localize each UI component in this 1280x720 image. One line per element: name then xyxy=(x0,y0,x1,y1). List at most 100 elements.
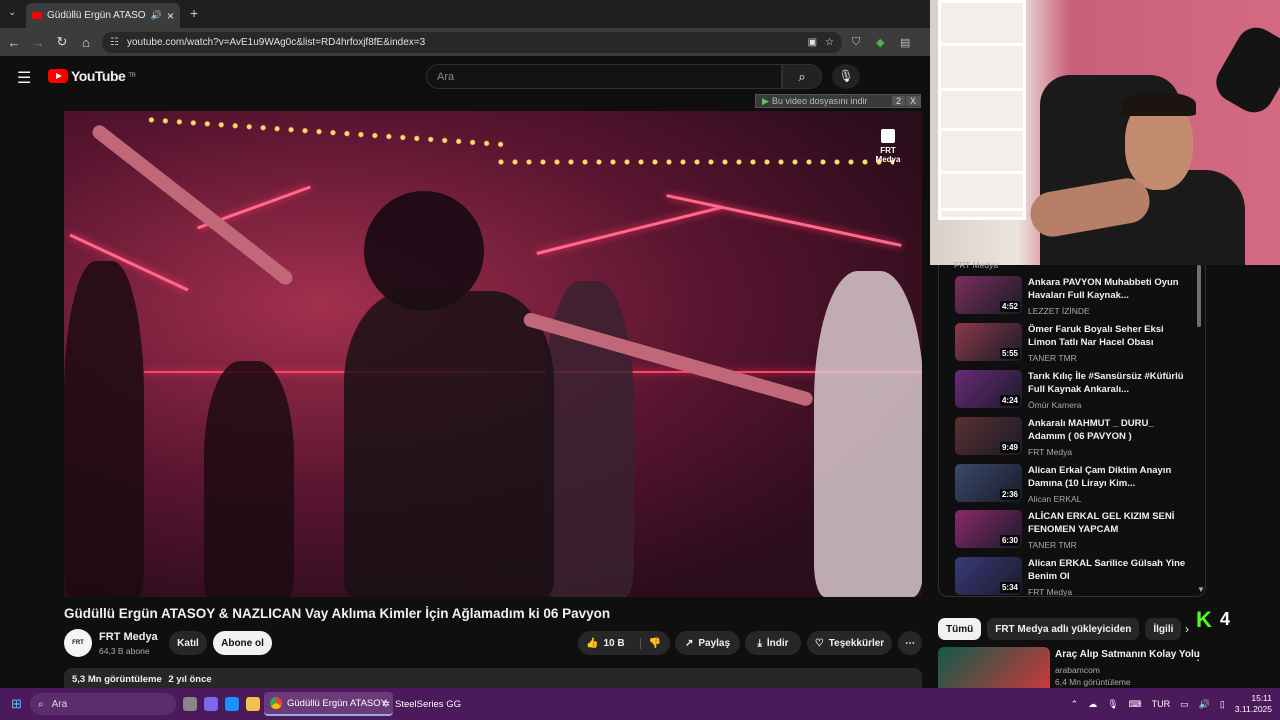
upload-age: 2 yıl önce xyxy=(168,674,212,685)
background-person xyxy=(204,361,294,597)
playlist-item-channel: LEZZET İZİNDE xyxy=(1028,306,1090,316)
more-actions-button[interactable]: ⋯ xyxy=(898,631,922,655)
download-label: İndir xyxy=(766,637,789,649)
chip-uploader[interactable]: FRT Medya adlı yükleyiciden xyxy=(987,618,1140,640)
mail-icon[interactable] xyxy=(225,697,239,711)
new-tab-button[interactable]: + xyxy=(190,5,198,21)
voice-search-button[interactable]: 🎙 xyxy=(832,64,860,89)
thanks-button[interactable]: ♡ Teşekkürler xyxy=(807,631,892,655)
playlist-thumbnail: 5:34 xyxy=(955,557,1022,595)
playlist-item[interactable]: 2:36 Alican Erkal Çam Diktim Anayın Damı… xyxy=(955,464,1203,508)
chrome-icon xyxy=(270,697,282,709)
thanks-icon: ♡ xyxy=(814,637,824,649)
system-tray: ⌃ ☁ 🎙 ⌨ TUR ▭ 🔊 ▯ 15:11 3.11.2025 xyxy=(1071,692,1272,716)
recommended-views: 6,4 Mn görüntüleme xyxy=(1055,677,1131,687)
download-bar-close[interactable]: X xyxy=(905,96,920,106)
playlist-thumbnail: 5:55 xyxy=(955,323,1022,361)
extension-puzzle-icon[interactable]: ▤ xyxy=(900,36,910,49)
extension-shield-icon[interactable]: ⛉ xyxy=(852,36,860,49)
youtube-play-icon xyxy=(48,69,68,83)
like-icon[interactable]: 👍 xyxy=(586,638,598,649)
app-icon[interactable] xyxy=(204,697,218,711)
playlist-item[interactable]: 6:30 ALİCAN ERKAL GEL KIZIM SENİ FENOMEN… xyxy=(955,510,1203,554)
join-button[interactable]: Katıl xyxy=(169,631,207,655)
battery-icon[interactable]: ▯ xyxy=(1220,699,1225,710)
subscribe-button[interactable]: Abone ol xyxy=(213,631,272,655)
cast-icon[interactable]: ▣ xyxy=(808,37,817,48)
address-bar[interactable]: ☷ youtube.com/watch?v=AvE1u9WAg0c&list=R… xyxy=(102,32,842,53)
playlist-item[interactable]: 4:24 Tarık Kılıç İle #Sansürsüz #Küfürlü… xyxy=(955,370,1203,414)
youtube-logo[interactable]: YouTube TR xyxy=(48,68,136,84)
chip-related[interactable]: İlgili xyxy=(1145,618,1182,640)
like-count[interactable]: 10 B xyxy=(603,638,624,649)
chip-all[interactable]: Tümü xyxy=(938,618,982,640)
playlist-item-channel: FRT Medya xyxy=(1028,587,1073,597)
recommended-video[interactable]: Araç Alıp Satmanın Kolay Yolu arabamcom … xyxy=(938,647,1208,688)
search-icon: ⌕ xyxy=(798,69,806,84)
search-button[interactable]: ⌕ xyxy=(782,64,822,89)
microphone-arm xyxy=(1209,20,1280,120)
forward-icon[interactable]: → xyxy=(26,35,50,50)
share-icon: ↗ xyxy=(684,637,694,649)
taskbar-app-steelseries[interactable]: ✲ SteelSeries GG xyxy=(376,692,467,716)
search-input[interactable]: Ara xyxy=(426,64,782,89)
playlist-item-channel: FRT Medya xyxy=(1028,447,1073,457)
reload-icon[interactable]: ↻ xyxy=(50,34,74,50)
download-bar-count[interactable]: 2 xyxy=(891,96,905,106)
download-video-bar[interactable]: ▶ Bu video dosyasını indir 2 X xyxy=(755,94,921,108)
download-bar-label: Bu video dosyasını indir xyxy=(771,96,868,106)
playlist-scrollbar[interactable] xyxy=(1197,265,1201,327)
youtube-favicon-icon xyxy=(32,12,42,19)
playlist-item-title: Ömer Faruk Boyalı Seher Eksi Limon Tatlı… xyxy=(1028,324,1164,348)
chips-next-arrow-icon[interactable]: › xyxy=(1185,622,1189,636)
speaker-icon[interactable]: 🔊 xyxy=(151,10,162,21)
site-info-icon[interactable]: ☷ xyxy=(110,37,119,48)
playlist-item-title: Ankaralı MAHMUT _ DURU_ Adamım ( 06 PAVY… xyxy=(1028,418,1154,442)
description-box[interactable]: 5,3 Mn görüntüleme 2 yıl önce xyxy=(64,668,922,690)
playlist-item-title: Tarık Kılıç İle #Sansürsüz #Küfürlü Full… xyxy=(1028,371,1184,395)
back-icon[interactable]: ← xyxy=(2,35,26,50)
windows-start-icon[interactable]: ⊞ xyxy=(11,696,22,712)
playlist-item[interactable]: 5:34 Alican ERKAL Sarilice Gülsah Yine B… xyxy=(955,557,1203,597)
playlist-item[interactable]: 9:49 Ankaralı MAHMUT _ DURU_ Adamım ( 06… xyxy=(955,417,1203,461)
subscriber-count: 64,3 B abone xyxy=(99,646,150,656)
scroll-down-arrow-icon[interactable]: ▼ xyxy=(1197,585,1205,594)
extension-leaf-icon[interactable]: ◆ xyxy=(876,36,884,49)
channel-watermark: FRT Medya xyxy=(874,129,902,164)
microphone-icon: 🎙 xyxy=(838,69,854,83)
channel-name[interactable]: FRT Medya xyxy=(99,631,158,643)
file-explorer-icon[interactable] xyxy=(246,697,260,711)
clock[interactable]: 15:11 3.11.2025 xyxy=(1235,693,1272,715)
task-view-icon[interactable] xyxy=(183,697,197,711)
video-player[interactable]: FRT Medya xyxy=(64,111,922,597)
playlist-item-title: Alican Erkal Çam Diktim Anayın Damına (1… xyxy=(1028,465,1172,489)
tray-overflow-icon[interactable]: ⌃ xyxy=(1071,699,1079,710)
watermark-subtext: Medya xyxy=(875,155,901,164)
home-icon[interactable]: ⌂ xyxy=(74,35,98,50)
network-icon[interactable]: ▭ xyxy=(1180,699,1189,710)
bookmark-star-icon[interactable]: ☆ xyxy=(825,37,834,48)
tab-close-icon[interactable]: × xyxy=(167,9,174,23)
more-options-icon[interactable]: ⋮ xyxy=(1192,649,1204,663)
duration-badge: 5:34 xyxy=(999,582,1020,593)
language-indicator[interactable]: TUR xyxy=(1152,699,1171,709)
download-button[interactable]: ⤓ İndir xyxy=(745,631,801,655)
tab-title: Güdüllü Ergün ATASOY & N xyxy=(47,10,146,21)
tray-keyboard-icon[interactable]: ⌨ xyxy=(1129,699,1142,710)
volume-icon[interactable]: 🔊 xyxy=(1199,699,1210,710)
view-count: 5,3 Mn görüntüleme xyxy=(72,674,162,685)
taskbar-app-label: SteelSeries GG xyxy=(394,698,461,710)
taskbar-search[interactable]: ⌕ Ara xyxy=(30,693,176,715)
channel-avatar[interactable]: FRT xyxy=(64,629,92,657)
hamburger-menu-icon[interactable]: ☰ xyxy=(17,68,31,88)
playlist-item[interactable]: 4:52 Ankara PAVYON Muhabbeti Oyun Havala… xyxy=(955,276,1203,320)
tray-app-icon[interactable]: ☁ xyxy=(1088,699,1097,710)
share-button[interactable]: ↗ Paylaş xyxy=(675,631,740,655)
browser-tab-active[interactable]: Güdüllü Ergün ATASOY & N 🔊 × xyxy=(26,3,180,28)
tab-list-button[interactable]: ⌄ xyxy=(8,7,16,18)
taskbar-app-browser[interactable]: Güdüllü Ergün ATASOY xyxy=(264,692,393,716)
dislike-icon[interactable]: 👎 xyxy=(639,637,661,649)
playlist-item[interactable]: 5:55 Ömer Faruk Boyalı Seher Eksi Limon … xyxy=(955,323,1203,367)
tray-mic-icon[interactable]: 🎙 xyxy=(1107,699,1118,710)
playlist-thumbnail: 6:30 xyxy=(955,510,1022,548)
